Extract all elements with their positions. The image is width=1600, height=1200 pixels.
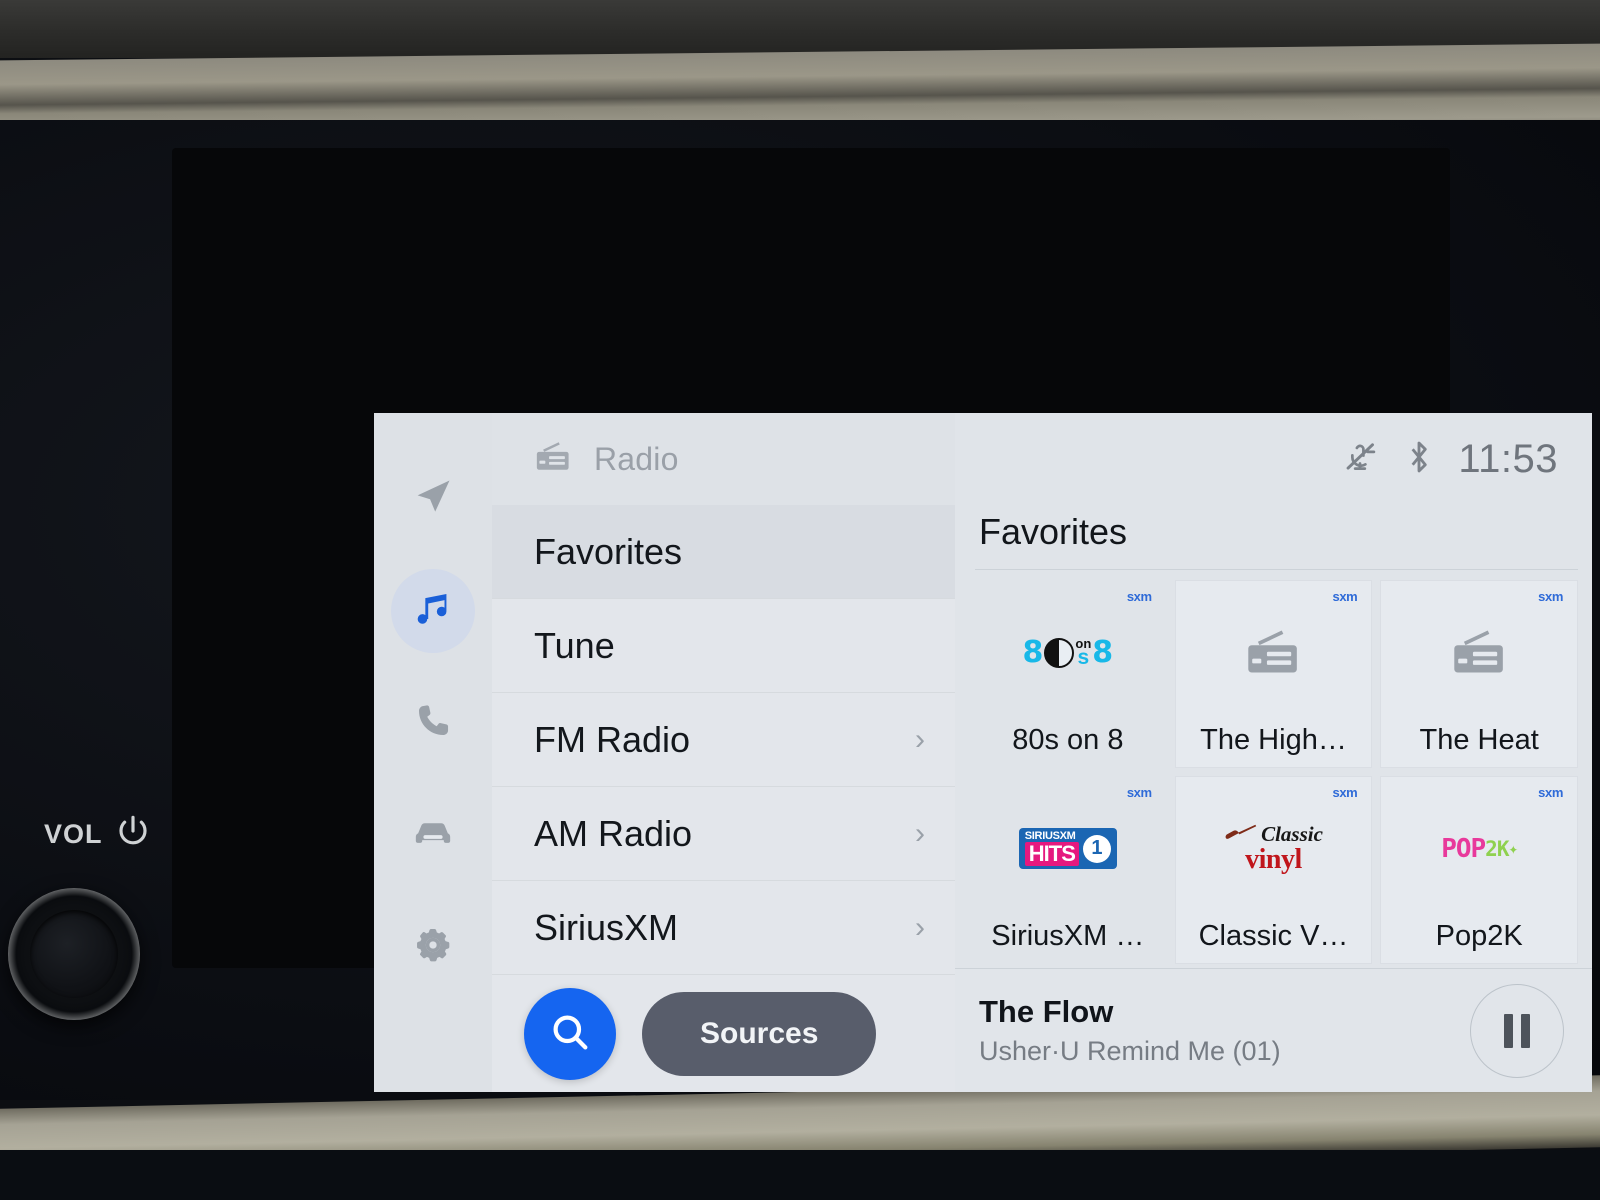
logo-text: 1 bbox=[1082, 834, 1111, 863]
radio-icon bbox=[534, 440, 572, 479]
status-bar: 11:53 bbox=[955, 413, 1592, 505]
sidebar-item-navigation[interactable] bbox=[391, 457, 475, 541]
menu-item-siriusxm[interactable]: SiriusXM › bbox=[492, 881, 955, 975]
logo-text: 8 bbox=[1092, 634, 1114, 670]
favorite-tile[interactable]: sxm Classic vinyl Classic V… bbox=[1174, 776, 1373, 964]
logo-text: 2K bbox=[1485, 836, 1509, 861]
favorites-grid: sxm 8 on s 8 80s on 8 sxm The High… sxm … bbox=[955, 570, 1592, 968]
logo-text: s bbox=[1077, 646, 1090, 670]
sources-button[interactable]: Sources bbox=[642, 992, 877, 1076]
pause-icon bbox=[1504, 1013, 1530, 1048]
pause-button[interactable] bbox=[1470, 983, 1564, 1078]
logo-text: Classic bbox=[1261, 822, 1323, 846]
microphone-muted-icon bbox=[1340, 440, 1380, 479]
sidebar-item-settings[interactable] bbox=[391, 905, 475, 989]
favorite-tile-label: Pop2K bbox=[1435, 920, 1523, 952]
sxm-badge-icon: sxm bbox=[1538, 589, 1563, 604]
now-playing-text: The Flow Usher·U Remind Me (01) bbox=[979, 994, 1281, 1067]
chevron-right-icon: › bbox=[915, 722, 925, 756]
favorite-tile[interactable]: sxm The High… bbox=[1174, 580, 1373, 768]
sxm-badge-icon: sxm bbox=[1332, 785, 1358, 800]
favorites-heading: Favorites bbox=[979, 511, 1128, 552]
favorite-tile[interactable]: sxm The Heat bbox=[1380, 580, 1578, 768]
menu-item-am-radio[interactable]: AM Radio › bbox=[492, 787, 955, 881]
search-icon bbox=[547, 1009, 593, 1060]
sxm-badge-icon: sxm bbox=[1538, 785, 1563, 800]
sxm-badge-icon: sxm bbox=[1332, 589, 1358, 604]
now-playing-bar: The Flow Usher·U Remind Me (01) bbox=[955, 968, 1592, 1092]
menu-item-favorites[interactable]: Favorites bbox=[492, 505, 955, 599]
80s-face-glyph bbox=[1044, 637, 1075, 668]
head-unit-bezel: Radio Favorites Tune FM Radio › AM Radio… bbox=[172, 148, 1592, 1092]
menu-item-tune[interactable]: Tune bbox=[492, 599, 955, 693]
dashboard-lower-panel bbox=[0, 1150, 1600, 1200]
chevron-right-icon: › bbox=[915, 816, 925, 850]
navigation-arrow-icon bbox=[411, 475, 455, 524]
music-note-icon bbox=[410, 586, 456, 637]
menu-item-label: SiriusXM bbox=[534, 906, 679, 948]
menu-item-label: FM Radio bbox=[534, 718, 691, 760]
logo-text: POP bbox=[1441, 833, 1486, 864]
sidebar-item-vehicle[interactable] bbox=[391, 793, 475, 877]
logo-text: HITS bbox=[1024, 842, 1079, 866]
logo-text: 8 bbox=[1022, 634, 1044, 670]
now-playing-title: The Flow bbox=[979, 994, 1114, 1029]
favorite-tile[interactable]: sxm 8 on s 8 80s on 8 bbox=[969, 580, 1167, 768]
menu-item-label: Tune bbox=[534, 624, 615, 666]
sources-button-label: Sources bbox=[700, 1017, 819, 1050]
gear-icon bbox=[411, 923, 455, 972]
chevron-right-icon: › bbox=[915, 910, 925, 944]
bluetooth-icon bbox=[1406, 438, 1432, 481]
sidebar-item-audio[interactable] bbox=[391, 569, 475, 653]
favorite-tile-label: 80s on 8 bbox=[1012, 724, 1124, 756]
page-title: Radio bbox=[594, 440, 679, 477]
favorite-tile[interactable]: sxm SIRIUSXM HITS 1 SiriusXM … bbox=[969, 776, 1167, 964]
infotainment-screen: Radio Favorites Tune FM Radio › AM Radio… bbox=[374, 413, 1592, 1092]
volume-power-label-group: VOL bbox=[44, 812, 153, 857]
panel-action-bar: Sources bbox=[492, 976, 955, 1092]
source-header: Radio bbox=[492, 413, 955, 505]
menu-item-fm-radio[interactable]: FM Radio › bbox=[492, 693, 955, 787]
favorite-tile-label: The High… bbox=[1200, 724, 1347, 756]
volume-label: VOL bbox=[44, 819, 103, 849]
logo-text: vinyl bbox=[1245, 843, 1302, 875]
source-menu-panel: Radio Favorites Tune FM Radio › AM Radio… bbox=[492, 413, 955, 1092]
menu-item-label: AM Radio bbox=[534, 812, 693, 854]
favorites-panel: 11:53 Favorites sxm 8 on s 8 80s on 8 sx… bbox=[955, 413, 1592, 1092]
vehicle-dashboard: VOL Radio Favorites Tune FM Radio › AM R… bbox=[0, 0, 1600, 1200]
phone-icon bbox=[412, 700, 454, 747]
power-icon[interactable] bbox=[113, 812, 153, 857]
favorite-tile-label: Classic V… bbox=[1198, 920, 1349, 952]
car-icon bbox=[410, 810, 456, 861]
app-rail bbox=[374, 413, 492, 1092]
sxm-badge-icon: sxm bbox=[1126, 785, 1152, 800]
favorite-tile-label: SiriusXM … bbox=[991, 920, 1145, 952]
sxm-badge-icon: sxm bbox=[1126, 589, 1152, 604]
favorite-tile[interactable]: sxm POP 2K ✦ Pop2K bbox=[1380, 776, 1578, 964]
now-playing-subtitle: Usher·U Remind Me (01) bbox=[979, 1036, 1281, 1066]
menu-item-label: Favorites bbox=[534, 530, 683, 572]
volume-knob[interactable] bbox=[8, 888, 140, 1020]
logo-text: ✦ bbox=[1508, 839, 1518, 858]
favorite-tile-label: The Heat bbox=[1419, 724, 1539, 756]
sidebar-item-phone[interactable] bbox=[391, 681, 475, 765]
guitar-icon bbox=[1224, 824, 1258, 846]
clock: 11:53 bbox=[1458, 436, 1558, 481]
search-button[interactable] bbox=[524, 988, 616, 1080]
